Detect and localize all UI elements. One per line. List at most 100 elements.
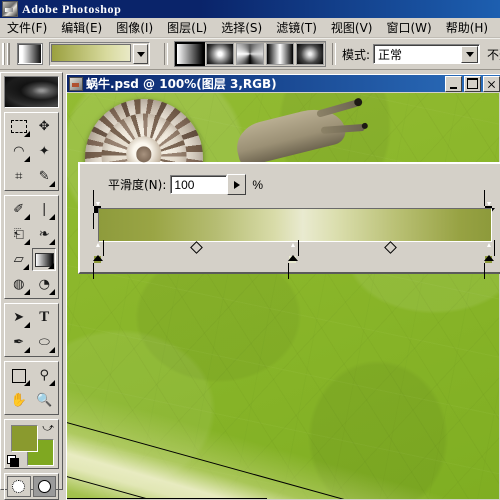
tool-zoom[interactable]: 🔍 xyxy=(32,389,56,412)
smoothness-stepper-button[interactable] xyxy=(227,174,247,195)
tool-marquee[interactable] xyxy=(7,115,31,138)
color-stop-middle[interactable] xyxy=(288,240,299,279)
radial-gradient-type[interactable] xyxy=(206,43,234,65)
blend-mode-value: 正常 xyxy=(378,47,403,62)
document-icon xyxy=(69,76,83,91)
quick-mask-group xyxy=(4,473,59,500)
tool-pen[interactable]: ✒ xyxy=(7,331,31,354)
linear-gradient-type[interactable] xyxy=(175,42,205,66)
reflected-gradient-type[interactable] xyxy=(266,43,294,65)
color-swatches: ⤻ xyxy=(4,419,59,469)
tool-notes[interactable] xyxy=(7,364,31,387)
foreground-color-swatch[interactable] xyxy=(11,425,38,452)
menu-edit[interactable]: 编辑(E) xyxy=(54,18,109,37)
tool-options-bar: 模式: 正常 不透明度: 100 xyxy=(0,38,500,70)
color-stop-right[interactable] xyxy=(484,240,495,279)
quick-mask-icon xyxy=(37,480,51,493)
color-stop-left[interactable] xyxy=(93,240,104,279)
opacity-stop-right[interactable] xyxy=(484,190,495,229)
diamond-gradient-type[interactable] xyxy=(296,43,324,65)
photoshop-app-icon[interactable] xyxy=(2,1,18,17)
tool-blur[interactable]: ◍ xyxy=(7,273,31,296)
color-midpoint-left[interactable] xyxy=(190,241,203,254)
quick-mask-mode-button[interactable] xyxy=(32,476,56,497)
tool-clone-stamp[interactable]: ⎗ xyxy=(7,223,31,246)
menu-select[interactable]: 选择(S) xyxy=(214,18,269,37)
gradient-preset-swatch[interactable] xyxy=(51,44,131,62)
toolbox-group-selection: ✥ ◠ ✦ ⌗ ✎ xyxy=(4,112,59,191)
tool-gradient[interactable] xyxy=(32,248,56,271)
tool-magic-wand[interactable]: ✦ xyxy=(32,140,56,163)
smoothness-input[interactable]: 100 xyxy=(170,175,228,194)
tool-dodge[interactable]: ◔ xyxy=(32,273,56,296)
toolbox-group-view: ⚲ ✋ 🔍 xyxy=(4,361,59,415)
default-colors-icon[interactable] xyxy=(7,455,19,467)
toolbox-banner[interactable] xyxy=(4,76,59,108)
tool-history-brush[interactable]: ❧ xyxy=(32,223,56,246)
tool-hand[interactable]: ✋ xyxy=(7,389,31,412)
gradient-preset-dropdown-button[interactable] xyxy=(133,44,148,64)
swap-colors-icon[interactable]: ⤻ xyxy=(42,422,54,435)
tool-eraser[interactable]: ▱ xyxy=(7,248,31,271)
menu-image[interactable]: 图像(I) xyxy=(109,18,160,37)
smoothness-label: 平滑度(N): xyxy=(108,178,167,192)
toolbox-palette: ✥ ◠ ✦ ⌗ ✎ ✐ ❘ ⎗ ❧ ▱ ◍ ◔ ➤ T ✒ ⬭ ⚲ ✋ 🔍 ⤻ xyxy=(0,72,63,500)
tool-healing-brush[interactable]: ✐ xyxy=(7,198,31,221)
options-bar-grip[interactable] xyxy=(2,43,10,65)
gradient-strip-area xyxy=(93,190,495,279)
angle-gradient-type[interactable] xyxy=(236,43,264,65)
doc-maximize-button[interactable] xyxy=(464,75,481,92)
smoothness-percent-sign: % xyxy=(252,177,264,192)
image-canvas[interactable] xyxy=(67,93,499,499)
document-window-buttons xyxy=(443,75,500,92)
options-separator-2 xyxy=(332,43,336,65)
menu-file[interactable]: 文件(F) xyxy=(0,18,54,37)
tool-brush[interactable]: ❘ xyxy=(32,198,56,221)
type-icon: T xyxy=(39,309,50,325)
document-window: 蜗牛.psd @ 100%(图层 3,RGB) xyxy=(64,72,500,500)
document-title: 蜗牛.psd @ 100%(图层 3,RGB) xyxy=(86,77,277,91)
gradient-preset-picker[interactable] xyxy=(49,42,150,66)
snail-shell-center xyxy=(136,146,152,163)
opacity-label: 不透明度: xyxy=(487,47,500,62)
color-midpoint-right[interactable] xyxy=(384,241,397,254)
menu-view[interactable]: 视图(V) xyxy=(324,18,380,37)
opacity-stop-left[interactable] xyxy=(93,190,104,229)
document-title-bar[interactable]: 蜗牛.psd @ 100%(图层 3,RGB) xyxy=(67,75,500,92)
tool-eyedropper[interactable]: ⚲ xyxy=(32,364,56,387)
tool-type[interactable]: T xyxy=(32,306,56,329)
app-title: Adobe Photoshop xyxy=(22,1,122,16)
move-icon: ✥ xyxy=(38,119,50,134)
gradient-tool-icon xyxy=(17,43,43,65)
blend-mode-select[interactable]: 正常 xyxy=(373,44,481,64)
tool-path-selection[interactable]: ➤ xyxy=(7,306,31,329)
menu-window[interactable]: 窗口(W) xyxy=(379,18,438,37)
standard-mode-button[interactable] xyxy=(7,476,31,497)
snail-eye-upper xyxy=(353,97,364,108)
doc-minimize-button[interactable] xyxy=(445,75,462,92)
blend-mode-dropdown-button[interactable] xyxy=(461,45,479,63)
toolbox-group-vector: ➤ T ✒ ⬭ xyxy=(4,303,59,357)
hand-icon: ✋ xyxy=(10,393,27,408)
photoshop-window: Adobe Photoshop 文件(F) 编辑(E) 图像(I) 图层(L) … xyxy=(0,0,500,500)
clone-stamp-icon: ⎗ xyxy=(13,227,24,242)
gradient-type-group xyxy=(174,41,326,67)
options-separator-1 xyxy=(164,43,168,65)
eraser-icon: ▱ xyxy=(13,252,24,267)
gradient-preview-bar[interactable] xyxy=(98,208,492,242)
doc-close-button[interactable] xyxy=(483,75,500,92)
crop-icon: ⌗ xyxy=(15,169,23,184)
mode-label: 模式: xyxy=(342,47,371,62)
tool-crop[interactable]: ⌗ xyxy=(7,165,31,188)
menu-help[interactable]: 帮助(H) xyxy=(439,18,495,37)
toolbox-group-paint: ✐ ❘ ⎗ ❧ ▱ ◍ ◔ xyxy=(4,195,59,299)
gradient-editor-panel: 平滑度(N): 100 % xyxy=(78,162,500,279)
menu-layer[interactable]: 图层(L) xyxy=(160,18,214,37)
app-title-bar: Adobe Photoshop xyxy=(0,0,500,18)
standard-mode-icon xyxy=(12,480,26,493)
tool-move[interactable]: ✥ xyxy=(32,115,56,138)
tool-slice[interactable]: ✎ xyxy=(32,165,56,188)
menu-filter[interactable]: 滤镜(T) xyxy=(269,18,324,37)
tool-ellipse[interactable]: ⬭ xyxy=(32,331,56,354)
tool-lasso[interactable]: ◠ xyxy=(7,140,31,163)
